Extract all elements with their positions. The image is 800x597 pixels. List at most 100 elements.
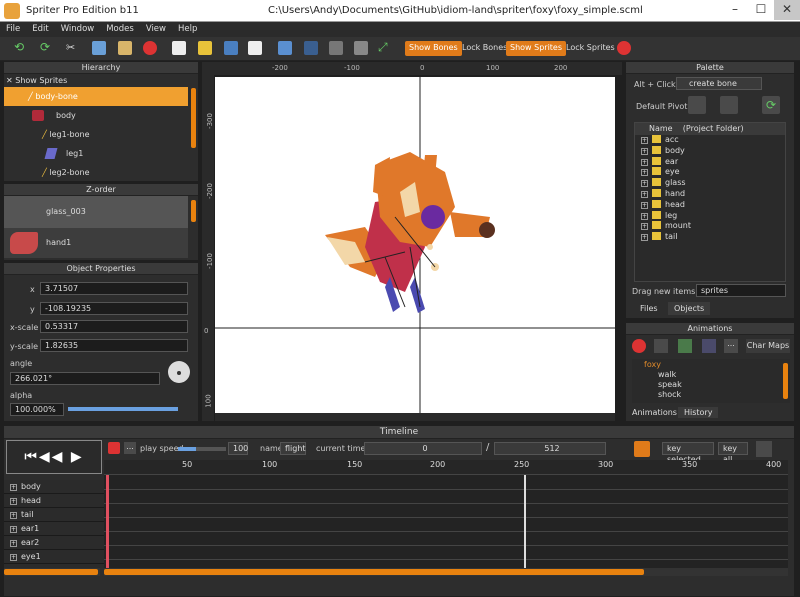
animation-name-input[interactable]: flight — [280, 442, 306, 455]
pivot-icon[interactable] — [688, 96, 706, 114]
fullscreen-icon[interactable] — [304, 41, 318, 55]
hierarchy-scrollbar[interactable] — [191, 88, 196, 148]
folder-item[interactable]: + tail — [635, 232, 785, 243]
track-list-hscroll[interactable] — [4, 568, 100, 576]
end-marker[interactable] — [524, 475, 526, 569]
menu-edit[interactable]: Edit — [26, 22, 54, 36]
playhead-marker[interactable] — [106, 475, 109, 569]
tab-files[interactable]: Files — [640, 304, 658, 313]
add-animation-icon[interactable] — [678, 339, 692, 353]
key-selected-button[interactable]: key selected — [662, 442, 714, 464]
animation-speak[interactable]: speak — [632, 380, 790, 390]
play-speed-input[interactable]: 100 — [228, 442, 248, 455]
folder-item[interactable]: + leg — [635, 210, 785, 222]
entity-foxy[interactable]: foxy — [632, 359, 790, 370]
folder-item[interactable]: + head — [635, 199, 785, 211]
tree-item-leg1[interactable]: leg1 — [4, 144, 198, 163]
yscale-input[interactable]: 1.82635 — [40, 339, 188, 352]
folder-item[interactable]: + ear — [635, 156, 785, 168]
play-speed-slider[interactable] — [178, 447, 226, 451]
grid-icon[interactable] — [329, 41, 343, 55]
timeline-hscroll[interactable] — [104, 568, 788, 576]
track-tail[interactable]: + tail — [4, 508, 116, 522]
key-all-button[interactable]: key all — [718, 442, 748, 464]
track-body[interactable]: + body — [4, 480, 116, 494]
undo-icon[interactable]: ⟲ — [14, 41, 28, 55]
angle-input[interactable]: 266.021° — [10, 372, 160, 385]
menu-modes[interactable]: Modes — [100, 22, 140, 36]
frame-icon[interactable] — [354, 41, 368, 55]
zorder-item[interactable]: hand1 — [4, 228, 188, 258]
new-file-icon[interactable] — [172, 41, 186, 55]
minimize-button[interactable]: – — [722, 0, 748, 20]
menu-file[interactable]: File — [0, 22, 26, 36]
open-folder-icon[interactable] — [198, 41, 212, 55]
pivot-alt-icon[interactable] — [720, 96, 738, 114]
save-as-icon[interactable] — [248, 41, 262, 55]
menu-window[interactable]: Window — [55, 22, 101, 36]
char-maps-button[interactable]: Char Maps — [746, 339, 790, 353]
tree-item-leg2-bone[interactable]: ╱ leg2-bone — [4, 163, 198, 182]
animation-length-input[interactable]: 512 — [494, 442, 606, 455]
track-head[interactable]: + head — [4, 494, 116, 508]
animation-shock[interactable]: shock — [632, 390, 790, 400]
track-ear1[interactable]: + ear1 — [4, 522, 116, 536]
fit-icon[interactable]: ⤢ — [378, 41, 392, 55]
redo-icon[interactable]: ⟳ — [40, 41, 54, 55]
add-entity-icon[interactable] — [654, 339, 668, 353]
save-icon[interactable] — [224, 41, 238, 55]
canvas-hscroll[interactable] — [215, 413, 615, 421]
more-button[interactable]: ... — [724, 339, 738, 353]
show-sprites-checkbox[interactable]: ✕ Show Sprites — [4, 74, 198, 87]
lock-bones-button[interactable]: Lock Bones — [458, 41, 511, 56]
menu-view[interactable]: View — [140, 22, 172, 36]
lock-sprites-button[interactable]: Lock Sprites — [562, 41, 619, 56]
folder-item[interactable]: + eye — [635, 167, 785, 178]
tree-item-body[interactable]: body — [4, 106, 198, 125]
stop-icon[interactable] — [617, 41, 631, 55]
cut-icon[interactable]: ✂ — [66, 41, 80, 55]
animation-canvas[interactable] — [215, 77, 615, 413]
folder-item[interactable]: + mount — [635, 221, 785, 232]
timeline-settings-icon[interactable] — [756, 441, 772, 457]
refresh-icon[interactable]: ⟳ — [762, 96, 780, 114]
xscale-input[interactable]: 0.53317 — [40, 320, 188, 333]
delete-icon[interactable] — [143, 41, 157, 55]
y-input[interactable]: -108.19235 — [40, 302, 188, 315]
tab-animations[interactable]: Animations — [632, 408, 677, 417]
animation-walk[interactable]: walk — [632, 370, 790, 380]
timeline-more-button[interactable]: ... — [124, 442, 136, 454]
maximize-button[interactable]: ☐ — [748, 0, 774, 20]
folder-item[interactable]: + glass — [635, 178, 785, 189]
duplicate-icon[interactable] — [702, 339, 716, 353]
time-ruler[interactable]: 50 100 150 200 250 300 350 400 — [104, 460, 788, 474]
tree-item-leg1-bone[interactable]: ╱ leg1-bone — [4, 125, 198, 144]
animation-scrollbar[interactable] — [783, 363, 788, 399]
folder-item[interactable]: + hand — [635, 188, 785, 200]
tab-objects[interactable]: Objects — [668, 302, 711, 315]
playback-controls[interactable]: ⏮◀◀ ▶ ▶▶⏭ — [6, 440, 102, 497]
show-sprites-button[interactable]: Show Sprites — [506, 41, 567, 56]
tree-item-body-bone[interactable]: ╱ body-bone — [4, 87, 188, 106]
paste-icon[interactable] — [118, 41, 132, 55]
alpha-input[interactable]: 100.000% — [10, 403, 64, 416]
zorder-item[interactable]: glass_003 — [4, 196, 188, 228]
keyframe-mode-icon[interactable] — [634, 441, 650, 457]
track-ear2[interactable]: + ear2 — [4, 536, 116, 550]
tab-history[interactable]: History — [678, 407, 719, 418]
copy-icon[interactable] — [92, 41, 106, 55]
alpha-slider[interactable] — [68, 407, 178, 411]
create-bone-button[interactable]: create bone — [676, 77, 762, 90]
close-button[interactable]: ✕ — [774, 0, 800, 20]
zorder-scrollbar[interactable] — [191, 200, 196, 222]
drag-as-select[interactable]: sprites — [696, 284, 786, 297]
delete-animation-icon[interactable] — [632, 339, 646, 353]
folder-item[interactable]: + acc — [635, 135, 785, 146]
angle-dial[interactable] — [168, 361, 190, 383]
current-time-input[interactable]: 0 — [364, 442, 482, 455]
x-input[interactable]: 3.71507 — [40, 282, 188, 295]
track-eye1[interactable]: + eye1 — [4, 550, 116, 564]
show-bones-button[interactable]: Show Bones — [405, 41, 462, 56]
menu-help[interactable]: Help — [172, 22, 203, 36]
window-icon[interactable] — [278, 41, 292, 55]
